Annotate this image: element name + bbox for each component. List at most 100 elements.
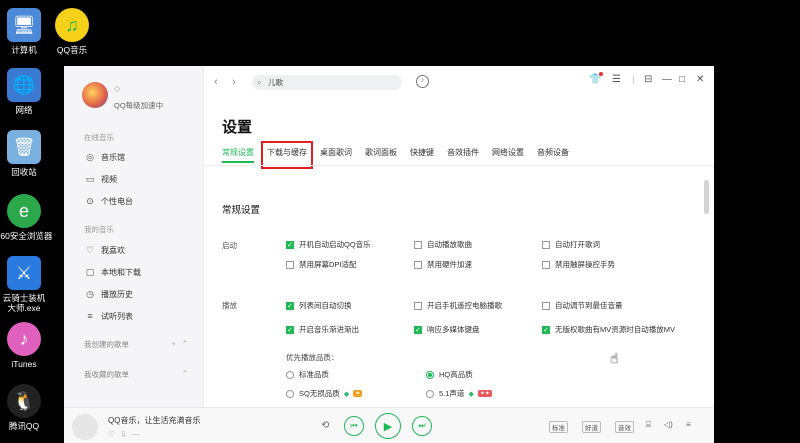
option-label: 无版权歌曲有MV资源时自动播放MV xyxy=(555,325,675,334)
vip-badge-icon: ✦ xyxy=(353,390,363,397)
option-auto-volume[interactable]: 自动调节到最佳音量 xyxy=(542,300,623,311)
checkbox[interactable] xyxy=(542,260,550,269)
desktop-icon-tencent-qq[interactable]: 🐧 腾讯QQ xyxy=(0,384,48,431)
desktop-icon-itunes[interactable]: ♪ iTunes xyxy=(0,322,48,369)
desktop-icon-label: iTunes xyxy=(11,359,37,369)
main-panel: ‹ › ⌕ 儿歌 ♪ 👕 ☰ | ⊟ — □ ✕ 设置 常规设置 下载与缓存 桌… xyxy=(204,66,714,407)
sidebar-item-local-download[interactable]: ▢ 本地和下载 xyxy=(84,265,194,279)
option-autostart[interactable]: ✓ 开机自动启动QQ音乐 xyxy=(286,239,371,250)
option-phone-remote[interactable]: 开启手机遥控电脑播歌 xyxy=(414,300,502,311)
forward-icon[interactable]: › xyxy=(232,76,236,88)
tab-download-cache[interactable]: 下载与缓存 xyxy=(261,141,313,169)
option-autoplay[interactable]: 自动播放歌曲 xyxy=(414,239,472,250)
sidebar-item-trial-list[interactable]: ≡ 试听列表 xyxy=(84,309,194,323)
checkbox[interactable]: ✓ xyxy=(286,301,294,310)
back-icon[interactable]: ‹ xyxy=(214,76,218,88)
playlist-icon[interactable]: ≡ xyxy=(686,420,691,429)
collapse-icon[interactable]: ⌃ xyxy=(182,369,194,380)
sidebar-item-radio[interactable]: ⊙ 个性电台 xyxy=(84,194,194,208)
repeat-icon[interactable]: ⟲ xyxy=(321,420,329,431)
radio[interactable] xyxy=(426,389,434,398)
minimize-icon[interactable]: — xyxy=(662,74,672,85)
scrollbar[interactable] xyxy=(704,180,709,214)
checkbox[interactable]: ✓ xyxy=(414,325,422,334)
mini-mode-icon[interactable]: ⊟ xyxy=(644,74,652,85)
checkbox[interactable] xyxy=(414,240,422,249)
desktop-icon-label: 计算机 xyxy=(11,45,37,55)
next-button[interactable]: ⏭ xyxy=(412,416,432,436)
effect-chip[interactable]: 音效 xyxy=(615,421,634,433)
desktop-icon-qq-music[interactable]: ♫ QQ音乐 xyxy=(48,8,96,55)
radio-sq-quality[interactable]: SQ无损品质 ◆ ✦ xyxy=(286,388,363,399)
song-action-icons[interactable]: ♡⇩⋯ xyxy=(108,430,145,439)
top-bar: ‹ › ⌕ 儿歌 ♪ 👕 ☰ | ⊟ — □ ✕ xyxy=(204,66,714,100)
menu-icon[interactable]: ☰ xyxy=(612,74,621,85)
lyrics-icon[interactable]: ⌸ xyxy=(646,420,651,430)
vip-diamond-icon[interactable]: ◇ xyxy=(114,84,120,93)
checkbox[interactable]: ✓ xyxy=(286,240,294,249)
collected-playlists-header[interactable]: 我收藏的歌单 ⌃ xyxy=(84,369,194,380)
checkbox[interactable] xyxy=(414,301,422,310)
desktop-icon-computer[interactable]: 🖥 计算机 xyxy=(0,8,48,55)
checkbox[interactable]: ✓ xyxy=(542,325,550,334)
sidebar-item-video[interactable]: ▭ 视频 xyxy=(84,172,194,186)
radio[interactable] xyxy=(426,370,434,379)
play-button[interactable]: ▶ xyxy=(375,413,401,439)
created-playlists-label: 我创建的歌单 xyxy=(84,340,129,349)
sidebar-item-music-hall[interactable]: ◎ 音乐馆 xyxy=(84,150,194,164)
close-icon[interactable]: ✕ xyxy=(696,74,704,85)
option-disable-touch[interactable]: 禁用触屏操控手势 xyxy=(542,259,615,270)
vip-status-text[interactable]: QQ每级加速中 xyxy=(114,100,163,111)
option-label: 开机自动启动QQ音乐 xyxy=(299,240,371,249)
option-disable-hw-accel[interactable]: 禁用硬件加速 xyxy=(414,259,472,270)
option-label: 开启音乐渐进渐出 xyxy=(299,325,359,334)
desktop-icon-network[interactable]: 🌐 网络 xyxy=(0,68,48,115)
video-icon: ▭ xyxy=(85,173,95,184)
album-cover[interactable] xyxy=(72,414,98,440)
option-list-autoswitch[interactable]: ✓ 列表间自动切换 xyxy=(286,300,352,311)
maximize-icon[interactable]: □ xyxy=(679,74,685,85)
tab-sound-effects[interactable]: 音效插件 xyxy=(447,147,479,163)
volume-icon[interactable]: ◁) xyxy=(664,420,673,429)
360-browser-icon: e xyxy=(7,194,41,228)
desktop-icon-360-browser[interactable]: e 360安全浏览器 xyxy=(0,194,52,241)
radio-51-channel[interactable]: 5.1声道 ◆ ✦✦ xyxy=(426,388,492,399)
divider: | xyxy=(632,74,635,85)
option-auto-mv[interactable]: ✓ 无版权歌曲有MV资源时自动播放MV xyxy=(542,324,675,335)
startup-label: 启动 xyxy=(222,241,237,250)
option-fade[interactable]: ✓ 开启音乐渐进渐出 xyxy=(286,324,359,335)
local-download-icon: ▢ xyxy=(85,266,95,277)
checkbox[interactable] xyxy=(286,260,294,269)
tab-shortcuts[interactable]: 快捷键 xyxy=(410,147,434,163)
quality-chip[interactable]: 好道 xyxy=(582,421,601,433)
radio[interactable] xyxy=(286,370,294,379)
desktop-icon-label: 云骑士装机 大师.exe xyxy=(2,293,46,313)
tab-general[interactable]: 常规设置 xyxy=(222,147,254,163)
tab-network[interactable]: 网络设置 xyxy=(492,147,524,163)
sidebar-item-history[interactable]: ◷ 播放历史 xyxy=(84,287,194,301)
add-collapse-icons[interactable]: +⌃ xyxy=(171,339,194,350)
checkbox[interactable] xyxy=(542,240,550,249)
created-playlists-header[interactable]: 我创建的歌单 +⌃ xyxy=(84,339,194,350)
avatar[interactable] xyxy=(82,82,108,108)
desktop-icon-recycle-bin[interactable]: 🗑 回收站 xyxy=(0,130,48,177)
option-disable-dpi[interactable]: 禁用屏幕DPI适配 xyxy=(286,259,357,270)
voice-search-icon[interactable]: ♪ xyxy=(416,75,429,88)
radio-standard-quality[interactable]: 标准品质 xyxy=(286,369,329,380)
desktop-icon-yunqishi[interactable]: ⚔ 云骑士装机 大师.exe xyxy=(0,256,48,313)
tab-audio-device[interactable]: 音频设备 xyxy=(537,147,569,163)
checkbox[interactable]: ✓ xyxy=(286,325,294,334)
option-auto-lyrics[interactable]: 自动打开歌词 xyxy=(542,239,600,250)
radio[interactable] xyxy=(286,389,294,398)
sidebar-item-favorites[interactable]: ♡ 我喜欢 xyxy=(84,243,194,257)
previous-button[interactable]: ⏮ xyxy=(344,416,364,436)
option-media-keys[interactable]: ✓ 响应多媒体键盘 xyxy=(414,324,480,335)
tab-lyrics-panel[interactable]: 歌词面板 xyxy=(365,147,397,163)
radio-hq-quality[interactable]: HQ高品质 xyxy=(426,369,473,380)
diamond-icon: ◆ xyxy=(468,390,474,398)
tab-desktop-lyrics[interactable]: 桌面歌词 xyxy=(320,147,352,163)
checkbox[interactable] xyxy=(542,301,550,310)
checkbox[interactable] xyxy=(414,260,422,269)
mode-chip[interactable]: 标准 xyxy=(549,421,568,433)
search-input[interactable]: ⌕ 儿歌 xyxy=(252,75,402,90)
